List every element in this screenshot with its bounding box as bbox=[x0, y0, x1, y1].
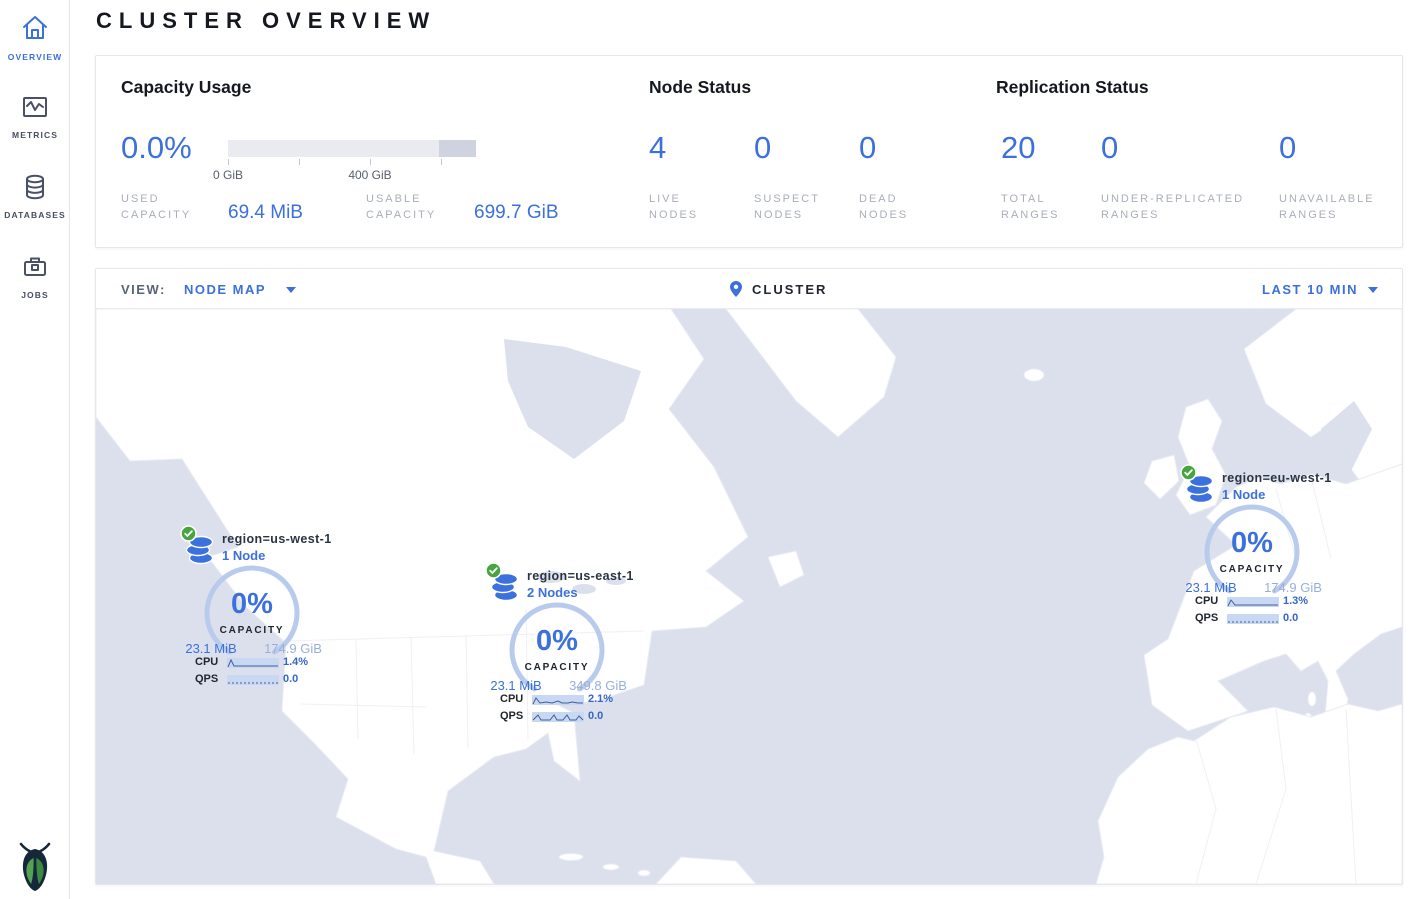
sidebar: OVERVIEW METRICS DATABASES JOBS bbox=[0, 0, 70, 899]
qps-value: 0.0 bbox=[588, 710, 628, 722]
under-replicated-ranges-label: UNDER-REPLICATED RANGES bbox=[1101, 191, 1266, 223]
qps-value: 0.0 bbox=[1283, 612, 1323, 624]
qps-label: QPS bbox=[500, 710, 530, 722]
map-toolbar: VIEW: NODE MAP CLUSTER LAST 10 MIN bbox=[96, 269, 1402, 309]
qps-sparkline bbox=[532, 712, 584, 722]
cpu-sparkline bbox=[1227, 597, 1279, 607]
qps-label: QPS bbox=[195, 673, 225, 685]
page-title: CLUSTER OVERVIEW bbox=[96, 8, 436, 34]
node-region-marker-us-east-1[interactable]: region=us-east-1 2 Nodes 0% CAPACITY 23.… bbox=[482, 562, 632, 726]
axis-tick bbox=[441, 159, 442, 165]
axis-tick bbox=[299, 159, 300, 165]
dead-nodes-label: DEAD NODES bbox=[859, 191, 939, 223]
qps-value: 0.0 bbox=[283, 673, 323, 685]
unavailable-ranges-value: 0 bbox=[1279, 130, 1296, 166]
region-used-capacity: 23.1 MiB bbox=[177, 641, 245, 656]
cpu-label: CPU bbox=[500, 693, 530, 705]
cpu-sparkline bbox=[227, 658, 279, 668]
suspect-nodes-label: SUSPECT NODES bbox=[754, 191, 834, 223]
region-capacity-percent: 0% bbox=[1177, 527, 1327, 560]
map-pin-icon bbox=[728, 280, 744, 298]
metrics-chart-icon bbox=[20, 92, 50, 122]
home-icon bbox=[19, 12, 51, 44]
sidebar-item-overview[interactable]: OVERVIEW bbox=[0, 12, 70, 62]
sidebar-item-label: JOBS bbox=[0, 290, 70, 300]
sidebar-item-databases[interactable]: DATABASES bbox=[0, 172, 70, 220]
capacity-label: CAPACITY bbox=[1177, 564, 1327, 575]
usable-capacity-label: USABLE CAPACITY bbox=[366, 191, 462, 223]
capacity-label: CAPACITY bbox=[482, 662, 632, 673]
sidebar-item-label: DATABASES bbox=[0, 210, 70, 220]
chevron-down-icon[interactable] bbox=[286, 287, 296, 293]
region-name: region=us-west-1 bbox=[222, 532, 332, 546]
unavailable-ranges-label: UNAVAILABLE RANGES bbox=[1279, 191, 1389, 223]
region-usable-capacity: 349.8 GiB bbox=[564, 678, 632, 693]
used-capacity-value: 69.4 MiB bbox=[228, 202, 303, 224]
axis-tick-label: 400 GiB bbox=[340, 168, 400, 182]
cpu-value: 2.1% bbox=[588, 693, 628, 705]
locality-breadcrumb[interactable]: CLUSTER bbox=[728, 280, 827, 298]
cpu-value: 1.4% bbox=[283, 656, 323, 668]
suspect-nodes-value: 0 bbox=[754, 130, 771, 166]
capacity-bar-reserved-segment bbox=[439, 140, 476, 157]
region-name: region=us-east-1 bbox=[527, 569, 634, 583]
cluster-summary-card: Capacity Usage 0.0% 0 GiB 400 GiB USED C… bbox=[95, 55, 1403, 248]
status-ok-icon bbox=[1180, 464, 1197, 481]
capacity-usage-bar bbox=[228, 140, 476, 157]
cockroachdb-logo bbox=[15, 837, 55, 893]
region-usable-capacity: 174.9 GiB bbox=[1259, 580, 1327, 595]
database-icon bbox=[20, 172, 50, 202]
region-used-capacity: 23.1 MiB bbox=[482, 678, 550, 693]
region-capacity-percent: 0% bbox=[482, 625, 632, 658]
qps-sparkline bbox=[1227, 614, 1279, 624]
cpu-label: CPU bbox=[195, 656, 225, 668]
world-map[interactable]: region=us-west-1 1 Node 0% CAPACITY 23.1… bbox=[96, 309, 1402, 884]
node-region-marker-us-west-1[interactable]: region=us-west-1 1 Node 0% CAPACITY 23.1… bbox=[177, 525, 327, 689]
under-replicated-ranges-value: 0 bbox=[1101, 130, 1118, 166]
region-capacity-percent: 0% bbox=[177, 588, 327, 621]
view-label: VIEW: bbox=[121, 282, 166, 297]
sidebar-item-label: METRICS bbox=[0, 130, 70, 140]
qps-sparkline bbox=[227, 675, 279, 685]
region-usable-capacity: 174.9 GiB bbox=[259, 641, 327, 656]
used-capacity-label: USED CAPACITY bbox=[121, 191, 207, 223]
sidebar-item-jobs[interactable]: JOBS bbox=[0, 252, 70, 300]
capacity-label: CAPACITY bbox=[177, 625, 327, 636]
sidebar-item-metrics[interactable]: METRICS bbox=[0, 92, 70, 140]
node-status-title: Node Status bbox=[649, 77, 751, 98]
node-map-card: VIEW: NODE MAP CLUSTER LAST 10 MIN bbox=[95, 268, 1403, 885]
axis-tick bbox=[228, 159, 229, 165]
total-ranges-value: 20 bbox=[1001, 130, 1035, 166]
status-ok-icon bbox=[180, 525, 197, 542]
view-select[interactable]: NODE MAP bbox=[184, 282, 266, 297]
live-nodes-value: 4 bbox=[649, 130, 666, 166]
replication-status-title: Replication Status bbox=[996, 77, 1149, 98]
capacity-used-percent: 0.0% bbox=[121, 130, 192, 166]
chevron-down-icon[interactable] bbox=[1368, 287, 1378, 293]
cpu-sparkline bbox=[532, 695, 584, 705]
axis-tick-label: 0 GiB bbox=[198, 168, 258, 182]
status-ok-icon bbox=[485, 562, 502, 579]
briefcase-icon bbox=[20, 252, 50, 282]
axis-tick bbox=[370, 159, 371, 165]
qps-label: QPS bbox=[1195, 612, 1225, 624]
capacity-usage-title: Capacity Usage bbox=[121, 77, 251, 98]
usable-capacity-value: 699.7 GiB bbox=[474, 202, 559, 224]
locality-label: CLUSTER bbox=[752, 282, 827, 297]
sidebar-item-label: OVERVIEW bbox=[0, 52, 70, 62]
cpu-value: 1.3% bbox=[1283, 595, 1323, 607]
cpu-label: CPU bbox=[1195, 595, 1225, 607]
dead-nodes-value: 0 bbox=[859, 130, 876, 166]
total-ranges-label: TOTAL RANGES bbox=[1001, 191, 1081, 223]
region-used-capacity: 23.1 MiB bbox=[1177, 580, 1245, 595]
live-nodes-label: LIVE NODES bbox=[649, 191, 729, 223]
region-name: region=eu-west-1 bbox=[1222, 471, 1332, 485]
node-region-marker-eu-west-1[interactable]: region=eu-west-1 1 Node 0% CAPACITY 23.1… bbox=[1177, 464, 1327, 628]
time-range-select[interactable]: LAST 10 MIN bbox=[1262, 282, 1358, 297]
